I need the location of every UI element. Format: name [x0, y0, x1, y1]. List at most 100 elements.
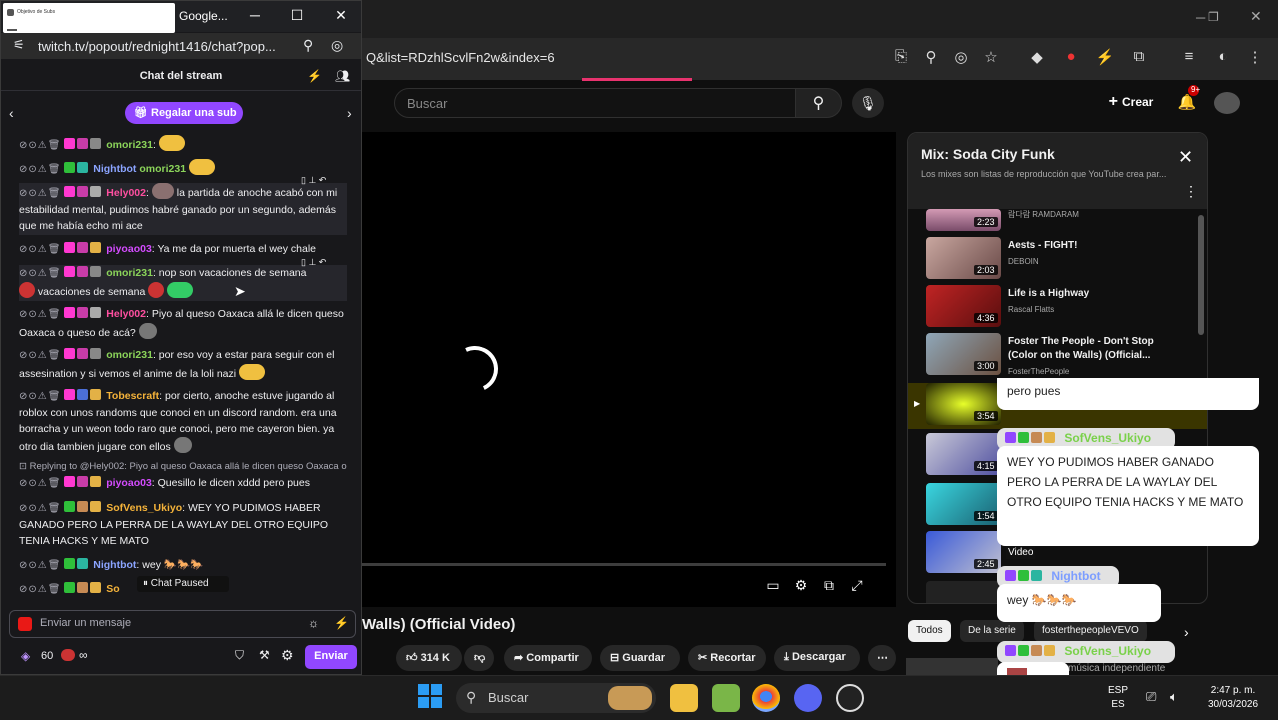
chat-message[interactable]: ⊘⊙⚠🗑 Hely002: Piyo al queso Oaxaca allá … [19, 306, 347, 341]
download-button[interactable]: ⤓ Descargar [774, 645, 860, 671]
gear-icon[interactable]: ⚙ [281, 647, 294, 664]
chip-channel[interactable]: fosterthepeopleVEVO [1034, 620, 1147, 642]
video-player[interactable] [362, 132, 896, 607]
media-icon[interactable]: ≡ [1178, 48, 1200, 70]
chat-message[interactable]: ⊘⊙⚠🗑 SofVens_Ukiyo: WEY YO PUDIMOS HABER… [19, 500, 347, 549]
translate-icon[interactable]: ⚡ [334, 616, 349, 630]
clock[interactable]: 2:47 p. m. 30/03/2026 [1198, 684, 1268, 712]
adblock-icon[interactable]: ● [1060, 48, 1082, 70]
create-button[interactable]: + Crear [1102, 89, 1160, 115]
mod-actions-icon[interactable]: ⊘⊙⚠🗑 [19, 164, 61, 175]
more-actions-button[interactable]: ⋯ [868, 645, 896, 671]
chat-message[interactable]: ⊘⊙⚠🗑 piyoao03: Ya me da por muerta el we… [19, 241, 347, 258]
avatar[interactable] [1214, 92, 1240, 114]
chat-message[interactable]: ⊘⊙⚠🗑 Tobescraft: por cierto, anoche estu… [19, 388, 347, 455]
mic-button[interactable]: 🎙 [852, 88, 884, 118]
maximize-icon[interactable]: ☐ [287, 7, 307, 24]
username[interactable]: piyoao03 [106, 243, 152, 255]
eye-off-icon[interactable]: ◎ [331, 37, 343, 54]
mod-actions-icon[interactable]: ⊘⊙⚠🗑 [19, 140, 61, 151]
send-button[interactable]: Enviar [305, 645, 357, 669]
translate-icon[interactable]: ⚡ [307, 69, 322, 83]
username[interactable]: omori231 [106, 349, 153, 361]
chat-message[interactable]: ⊘⊙⚠🗑 omori231: [19, 135, 347, 154]
mod-actions-icon[interactable]: ⊘⊙⚠🗑 [19, 584, 61, 595]
username[interactable]: Nightbot [93, 559, 136, 571]
taskbar-search[interactable]: ⚲ Buscar [456, 683, 656, 713]
restore-icon[interactable]: ❐ [1208, 10, 1219, 24]
chat-message[interactable]: ⊘⊙⚠🗑 piyoao03: Quesillo le dicen xddd pe… [19, 475, 347, 492]
eye-off-icon[interactable]: ◎ [950, 48, 972, 70]
zoom-icon[interactable]: ⚲ [920, 48, 942, 70]
profile-icon[interactable]: ◐ [1212, 48, 1234, 70]
message-actions-icon[interactable]: ▯ ⊥ ↶ [301, 257, 326, 268]
network-icon[interactable]: ⎚ [1146, 689, 1156, 705]
puzzle-icon[interactable]: ⧉ [1128, 48, 1150, 70]
address-bar[interactable]: Q&list=RDzhlScvlFn2w&index=6 ⎘ ⚲ ◎ ☆ ◆ ●… [362, 38, 1278, 81]
extension-icon[interactable]: ◆ [1026, 48, 1048, 70]
mod-actions-icon[interactable]: ⊘⊙⚠🗑 [19, 560, 61, 571]
settings-icon[interactable]: ⚙ [787, 577, 815, 594]
chevron-right-icon[interactable]: › [1184, 624, 1189, 640]
playlist-item[interactable]: 2:03 Aests - FIGHT! DEBOIN [926, 237, 1196, 283]
shield-icon[interactable]: ⛉ [235, 648, 244, 663]
mod-actions-icon[interactable]: ⊘⊙⚠🗑 [19, 244, 61, 255]
discord-icon[interactable] [794, 684, 822, 712]
url-bar[interactable]: ⚟ twitch.tv/popout/rednight1416/chat?pop… [1, 33, 361, 59]
chat-input[interactable]: ☼ ⚡ [9, 610, 356, 638]
mod-actions-icon[interactable]: ⊘⊙⚠🗑 [19, 268, 61, 279]
install-icon[interactable]: ⎘ [890, 48, 912, 70]
username[interactable]: piyoao03 [106, 477, 152, 489]
reply-context[interactable]: ⊡ Replying to @Hely002: Piyo al queso Oa… [19, 461, 347, 472]
chat-message[interactable]: ⊘⊙⚠🗑 omori231: por eso voy a estar para … [19, 347, 347, 382]
dislike-button[interactable]: 👎︎ [464, 645, 494, 671]
chat-message[interactable]: ⊘⊙⚠🗑 Nightbot omori231 [19, 159, 347, 178]
chat-message[interactable]: ⊘⊙⚠🗑 omori231: nop son vacaciones de sem… [19, 265, 347, 301]
translate-icon[interactable]: ⚡ [1094, 48, 1116, 70]
progress-bar[interactable] [362, 563, 886, 566]
username[interactable]: omori231 [106, 267, 153, 279]
menu-dots-icon[interactable]: ⋮ [1184, 183, 1198, 200]
message-field[interactable] [40, 617, 300, 629]
search-input[interactable]: Buscar [394, 88, 796, 118]
language-indicator[interactable]: ESP ES [1108, 684, 1128, 712]
file-explorer-icon[interactable] [670, 684, 698, 712]
chat-message[interactable]: ⊘⊙⚠🗑 Nightbot: wey 🐎🐎🐎 [19, 557, 347, 574]
tools-icon[interactable]: ⚒ [259, 648, 270, 662]
chip-all[interactable]: Todos [908, 620, 951, 642]
subtitles-icon[interactable]: ▭ [759, 577, 787, 594]
miniplayer-icon[interactable]: ⧉ [815, 577, 843, 594]
app-icon[interactable] [836, 684, 864, 712]
mod-actions-icon[interactable]: ⊘⊙⚠🗑 [19, 188, 61, 199]
site-settings-icon[interactable]: ⚟ [13, 37, 25, 53]
username[interactable]: Hely002 [106, 187, 146, 199]
close-icon[interactable]: ✕ [331, 7, 351, 24]
users-icon[interactable]: 👥︎ [335, 69, 350, 83]
playlist-item[interactable]: 3:00 Foster The People - Don't Stop (Col… [926, 333, 1196, 379]
like-button[interactable]: 👍︎ 314 K [396, 645, 462, 671]
app-icon[interactable] [712, 684, 740, 712]
gift-sub-button[interactable]: 🎁︎ Regalar una sub [125, 102, 243, 124]
username[interactable]: SofVens_Ukiyo [106, 502, 182, 514]
menu-dots-icon[interactable]: ⋮ [1244, 48, 1266, 70]
chrome-icon[interactable] [752, 684, 780, 712]
chevron-right-icon[interactable]: › [347, 105, 352, 121]
search-button[interactable]: ⚲ [796, 88, 842, 118]
username[interactable]: Nightbot [93, 163, 136, 175]
channel-points-icon[interactable]: ◈ [21, 649, 30, 663]
chip-series[interactable]: De la serie [960, 620, 1024, 642]
volume-icon[interactable]: 🔈︎ [1170, 689, 1178, 705]
chat-paused-banner[interactable]: ⏸︎ Chat Paused [137, 576, 229, 592]
clip-button[interactable]: ✂ Recortar [688, 645, 766, 671]
url-text[interactable]: twitch.tv/popout/rednight1416/chat?pop..… [38, 39, 276, 54]
minimize-icon[interactable]: ─ [1196, 10, 1205, 25]
scrollbar[interactable] [1198, 215, 1204, 335]
chat-identity-icon[interactable] [18, 617, 32, 631]
close-icon[interactable]: ✕ [1178, 147, 1193, 168]
username[interactable]: omori231 [106, 139, 153, 151]
username[interactable]: So [106, 583, 119, 595]
mod-actions-icon[interactable]: ⊘⊙⚠🗑 [19, 391, 61, 402]
url-text[interactable]: Q&list=RDzhlScvlFn2w&index=6 [366, 50, 555, 65]
playlist-item[interactable]: 4:36 Life is a Highway Rascal Flatts [926, 285, 1196, 331]
username[interactable]: Hely002 [106, 308, 146, 320]
